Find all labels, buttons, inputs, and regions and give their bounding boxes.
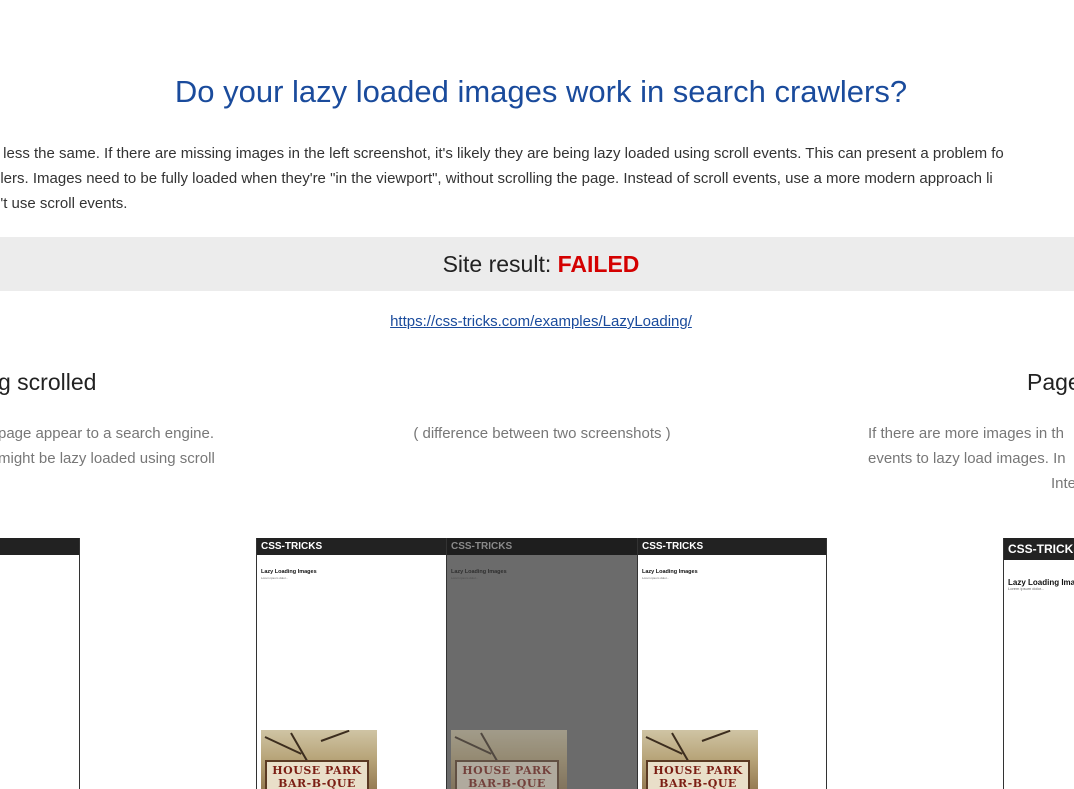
diff-sign-line-2: BAR-B-QUE [468,777,546,789]
site-result-bar: Site result: FAILED [0,237,1074,291]
diff-screenshot-a: CSS-TRICKS Lazy Loading Images Lorem ips… [256,538,447,789]
intro-text-line-1: r less the same. If there are missing im… [0,145,1004,162]
page: Do your lazy loaded images work in searc… [0,0,1074,789]
screenshot-page-title: Lazy Loading Images [261,569,317,575]
screenshot-bbq-photo: HOUSE PARK BAR-B-QUE [261,730,377,789]
page-title: Do your lazy loaded images work in searc… [174,74,908,109]
diff-page-title: Lazy Loading Images [451,569,507,575]
right-column-heading: Page [1027,369,1074,395]
photo-sign-line-1: HOUSE PARK [272,764,362,777]
site-result-label: Site result: [442,250,558,277]
intro-text-line-2: dlers. Images need to be fully loaded wh… [0,170,993,187]
screenshot-b-site-logo: CSS-TRICKS [638,538,826,555]
intro-text-line-3: n't use scroll events. [0,195,128,212]
screenshot-topbar [0,538,79,555]
screenshot-b-page-title: Lazy Loading Images [642,569,698,575]
right-screenshot-site-logo: CSS-TRICKS [1004,538,1074,560]
diff-page-sub: Lorem ipsum dolor... [451,576,479,580]
non-scrolled-screenshot: CSS-TRICKS Lazy Loading Images Lorem ips… [1003,538,1074,789]
photo-sign-line-2: BAR-B-QUE [278,777,356,789]
screenshot-b-page-sub: Lorem ipsum dolor... [642,576,670,580]
diff-screenshot-b: CSS-TRICKS Lazy Loading Images Lorem ips… [637,538,827,789]
left-column-desc-line-2: might be lazy loaded using scroll [0,450,215,467]
diff-screenshot-overlay: CSS-TRICKS Lazy Loading Images Lorem ips… [447,538,637,789]
site-result: Site result: FAILED [443,251,640,278]
right-column-desc-line-1: If there are more images in th [868,425,1064,442]
screenshot-b-bbq-photo: HOUSE PARK BAR-B-QUE [642,730,758,789]
right-column-desc-line-2: events to lazy load images. In [868,450,1066,467]
right-screenshot-page-sub: Lorem ipsum dolor... [1008,586,1045,591]
site-result-status: FAILED [557,250,640,277]
right-column-desc-line-3: Inte [1051,475,1074,492]
tested-url-link[interactable]: https://css-tricks.com/examples/LazyLoad… [0,313,1074,330]
left-column-heading: g scrolled [0,369,97,395]
photo-b-sign-line-1: HOUSE PARK [653,764,743,777]
photo-b-sign-line-2: BAR-B-QUE [659,777,737,789]
scrolled-screenshot [0,538,80,789]
diff-sign-line-1: HOUSE PARK [462,764,552,777]
diff-bbq-photo: HOUSE PARK BAR-B-QUE [451,730,567,789]
diff-site-logo: CSS-TRICKS [447,538,637,555]
screenshot-site-logo: CSS-TRICKS [257,538,446,555]
screenshot-page-sub: Lorem ipsum dolor... [261,576,289,580]
